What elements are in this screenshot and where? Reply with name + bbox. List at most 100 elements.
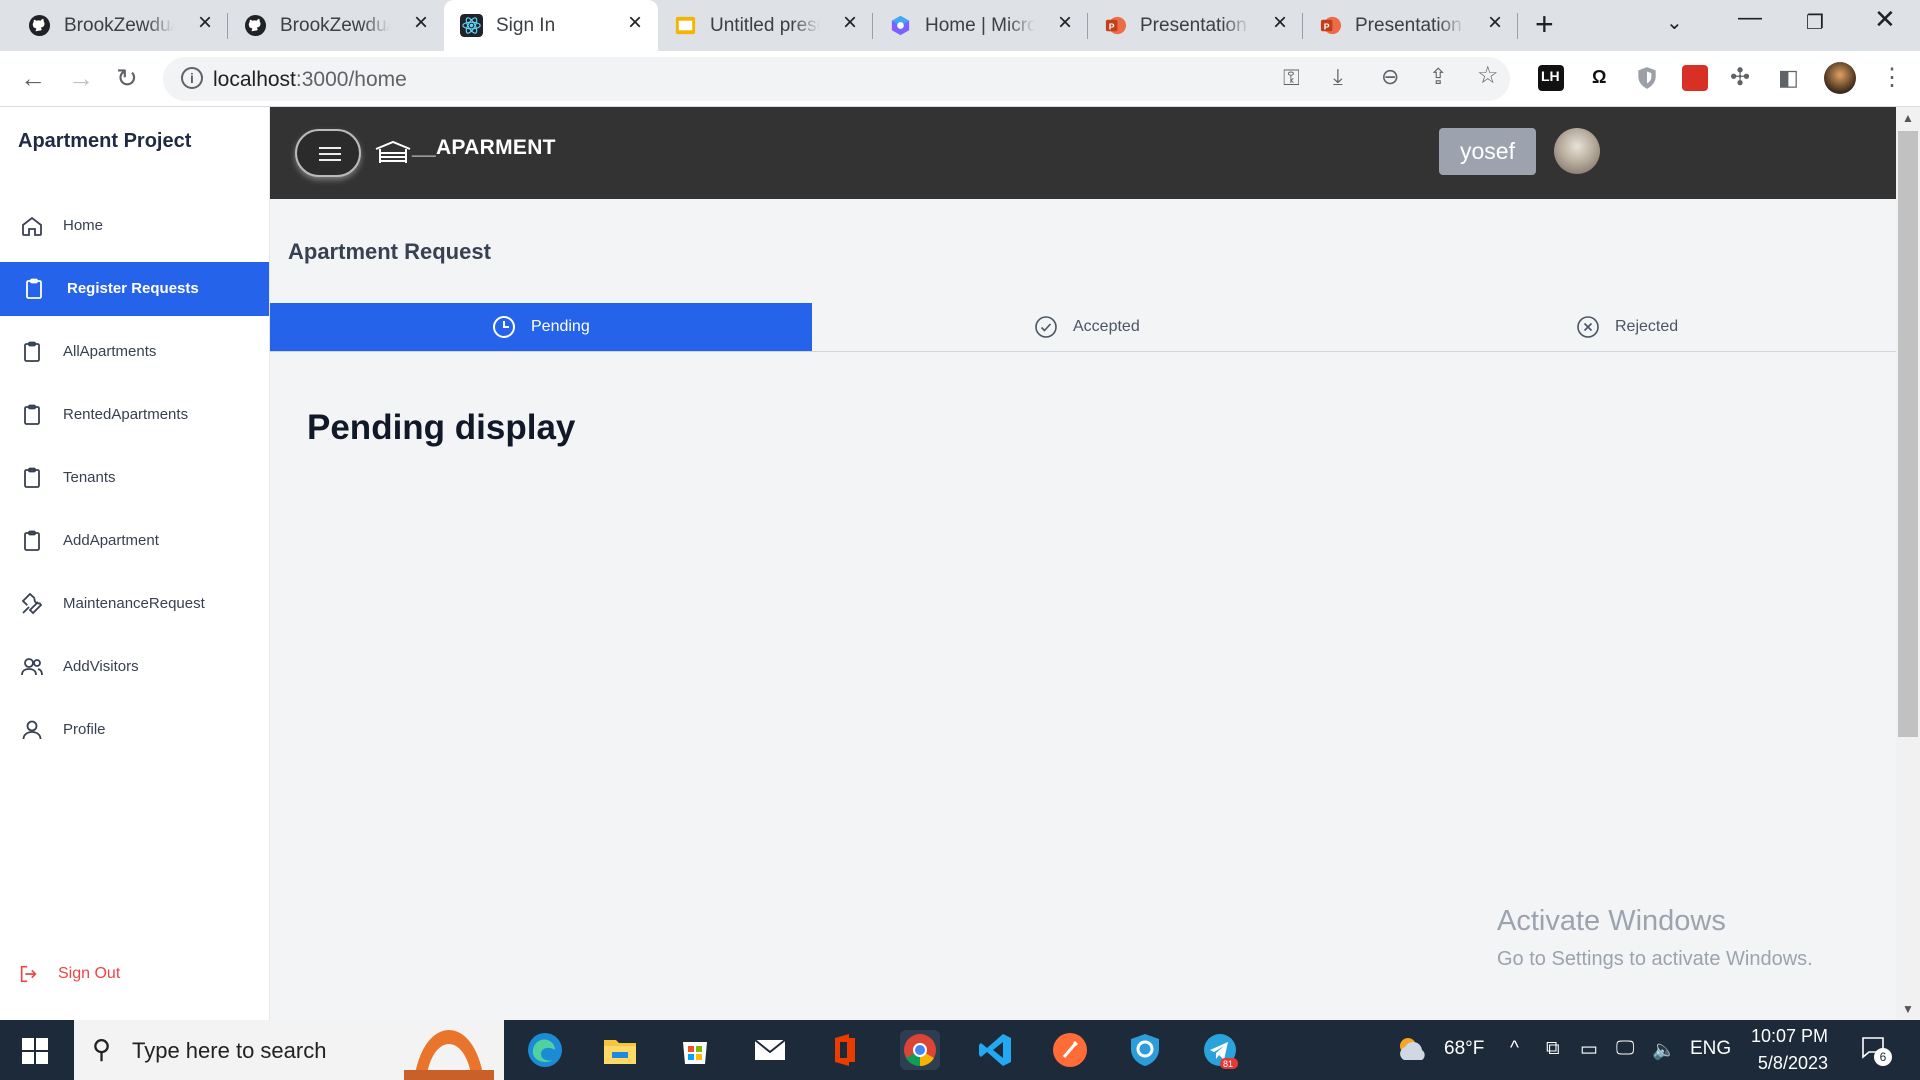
share-icon[interactable]: ⇪ <box>1429 62 1447 92</box>
browser-tab-active[interactable]: Sign In × <box>444 0 658 51</box>
profile-avatar[interactable] <box>1824 62 1856 94</box>
close-icon[interactable]: × <box>198 11 212 35</box>
browser-tab[interactable]: P Presentation.pp × <box>1303 0 1518 51</box>
wrench-icon <box>21 592 43 615</box>
browser-tab[interactable]: P Presentation 1 × <box>1088 0 1303 51</box>
close-icon[interactable]: × <box>1488 11 1502 35</box>
request-status-tabs: Pending Accepted Rejected <box>270 303 1896 352</box>
omega-extension-icon[interactable]: Ω <box>1586 65 1612 91</box>
install-icon[interactable]: ⤓ <box>1333 62 1343 92</box>
tab-rejected[interactable]: Rejected <box>1354 303 1896 351</box>
url-text[interactable]: localhost:3000/home <box>213 68 407 92</box>
volume-icon[interactable]: 🔈 <box>1652 1038 1676 1062</box>
office-icon[interactable] <box>825 1030 865 1070</box>
browser-tab[interactable]: BrookZewdu/A × <box>216 0 444 51</box>
weather-temperature[interactable]: 68°F <box>1444 1038 1484 1060</box>
clipboard-icon <box>24 530 40 551</box>
tab-label: Pending <box>531 318 590 335</box>
browser-tab[interactable]: Home | Micros × <box>873 0 1088 51</box>
user-avatar[interactable] <box>1554 128 1600 174</box>
taskbar-clock[interactable]: 10:07 PM 5/8/2023 <box>1748 1026 1828 1080</box>
sidebar-item-label: MaintenanceRequest <box>63 595 205 612</box>
signout-button[interactable]: Sign Out <box>18 963 120 990</box>
close-icon[interactable]: × <box>414 11 428 35</box>
close-icon[interactable]: × <box>843 11 857 35</box>
main-content: Apartment Request Pending Accepted Rejec… <box>270 199 1896 1020</box>
edge-icon[interactable] <box>525 1030 565 1070</box>
address-bar[interactable]: i localhost:3000/home ⚿ ⤓ ⊖ ⇪ ☆ <box>163 57 1510 101</box>
side-panel-icon[interactable]: ◧ <box>1778 63 1799 93</box>
taskbar-search-box[interactable]: ⚲ Type here to search <box>74 1020 504 1080</box>
zoom-icon[interactable]: ⊖ <box>1381 62 1399 92</box>
telegram-icon[interactable]: 81 <box>1200 1030 1240 1070</box>
postman-icon[interactable] <box>1050 1030 1090 1070</box>
clock-icon <box>493 316 515 338</box>
sidebar-item-addvisitors[interactable]: AddVisitors <box>0 640 269 694</box>
clock-date: 5/8/2023 <box>1757 1053 1828 1073</box>
bookmark-star-icon[interactable]: ☆ <box>1477 61 1499 91</box>
search-placeholder: Type here to search <box>132 1038 327 1063</box>
sidebar-item-label: Tenants <box>63 469 116 486</box>
sidebar-item-rentedapartments[interactable]: RentedApartments <box>0 388 269 442</box>
key-icon[interactable]: ⚿ <box>1283 63 1300 93</box>
clipboard-icon <box>24 341 40 362</box>
sidebar-item-addapartment[interactable]: AddApartment <box>0 514 269 568</box>
windows-activation-watermark: Activate Windows Go to Settings to activ… <box>1497 905 1813 971</box>
sidebar-item-label: RentedApartments <box>63 406 189 423</box>
close-icon[interactable]: × <box>1273 11 1287 35</box>
sidebar-item-profile[interactable]: Profile <box>0 703 269 757</box>
extensions-puzzle-icon[interactable]: ✣ <box>1730 63 1750 93</box>
new-tab-button[interactable]: + <box>1535 6 1554 43</box>
tab-accepted[interactable]: Accepted <box>812 303 1354 351</box>
restore-icon[interactable]: ❐ <box>1806 10 1824 35</box>
network-icon[interactable]: 🖵 <box>1616 1038 1634 1060</box>
browser-tab[interactable]: BrookZewdu/A × <box>0 0 228 51</box>
powerpoint-icon: P <box>1105 16 1127 35</box>
battery-icon[interactable]: ▭ <box>1580 1038 1598 1061</box>
meet-now-icon[interactable]: ⧉ <box>1546 1038 1560 1060</box>
back-icon[interactable]: ← <box>20 63 46 93</box>
user-name-button[interactable]: yosef <box>1439 128 1536 175</box>
vscode-icon[interactable] <box>975 1030 1015 1070</box>
show-hidden-icons-icon[interactable]: ^ <box>1510 1038 1519 1060</box>
file-explorer-icon[interactable] <box>600 1030 640 1070</box>
garage-logo-icon <box>375 140 411 163</box>
scroll-thumb[interactable] <box>1898 131 1918 737</box>
microsoft-store-icon[interactable] <box>675 1030 715 1070</box>
mail-icon[interactable] <box>750 1030 790 1070</box>
language-indicator[interactable]: ENG <box>1690 1038 1731 1060</box>
hamburger-menu-button[interactable] <box>295 129 361 177</box>
svg-text:P: P <box>1109 21 1115 31</box>
reload-icon[interactable]: ↻ <box>116 63 138 93</box>
page-scrollbar[interactable]: ▲ ▼ <box>1896 107 1920 1020</box>
window-close-icon[interactable]: ✕ <box>1874 4 1896 35</box>
tab-pending[interactable]: Pending <box>270 303 812 351</box>
browser-menu-icon[interactable]: ⋮ <box>1880 63 1904 93</box>
vpn-shield-icon[interactable] <box>1125 1030 1165 1070</box>
sidebar-item-allapartments[interactable]: AllApartments <box>0 325 269 379</box>
scroll-up-arrow[interactable]: ▲ <box>1902 111 1914 125</box>
tab-label: Accepted <box>1073 318 1140 335</box>
sidebar-item-label: AllApartments <box>63 343 157 360</box>
forward-icon[interactable]: → <box>68 63 94 93</box>
lighthouse-extension-icon[interactable]: LH <box>1538 65 1564 91</box>
github-icon <box>244 14 267 37</box>
sidebar-item-home[interactable]: Home <box>0 199 269 253</box>
notifications-button[interactable]: 6 <box>1860 1034 1892 1066</box>
info-icon[interactable]: i <box>181 67 203 89</box>
red-extension-icon[interactable] <box>1682 65 1708 91</box>
shield-extension-icon[interactable] <box>1634 65 1660 91</box>
close-icon[interactable]: × <box>628 11 642 35</box>
sidebar-item-register-requests[interactable]: Register Requests <box>0 262 269 316</box>
windows-start-icon[interactable] <box>22 1038 48 1064</box>
sidebar-item-tenants[interactable]: Tenants <box>0 451 269 505</box>
minimize-icon[interactable]: — <box>1738 4 1762 32</box>
sidebar-item-maintenancerequest[interactable]: MaintenanceRequest <box>0 577 269 631</box>
sidebar-item-label: Profile <box>63 721 106 738</box>
pending-display-heading: Pending display <box>307 408 576 447</box>
chrome-icon[interactable] <box>900 1030 940 1070</box>
browser-tab[interactable]: Untitled presen × <box>658 0 873 51</box>
close-icon[interactable]: × <box>1058 11 1072 35</box>
tab-search-icon[interactable]: ⌄ <box>1666 10 1683 35</box>
scroll-down-arrow[interactable]: ▼ <box>1902 1002 1914 1016</box>
